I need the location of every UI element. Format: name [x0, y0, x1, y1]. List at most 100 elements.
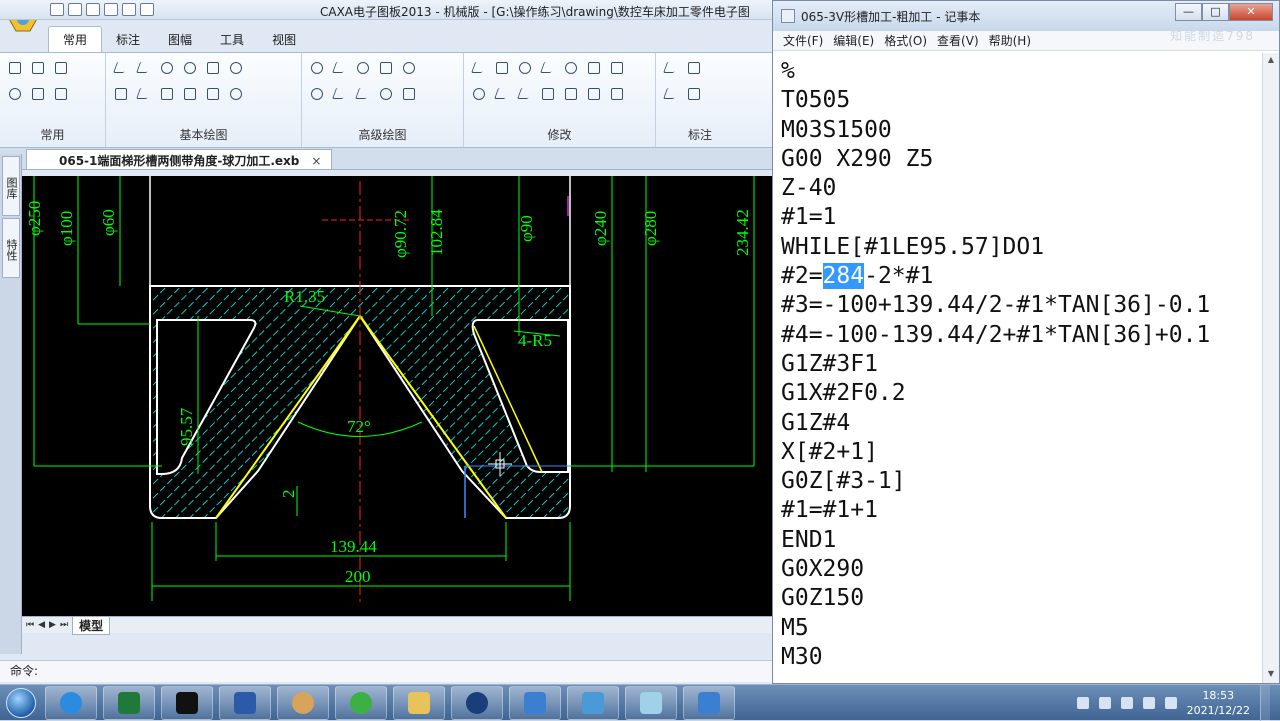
hatch-icon[interactable]: [204, 85, 222, 103]
rotate-icon[interactable]: [562, 59, 580, 77]
pan-icon[interactable]: [29, 85, 47, 103]
block-icon[interactable]: [158, 85, 176, 103]
taskbar-browser[interactable]: [335, 685, 387, 720]
tolerance-icon[interactable]: [685, 59, 703, 77]
line-icon[interactable]: [112, 59, 130, 77]
ellipse-icon[interactable]: [354, 59, 372, 77]
offset-icon[interactable]: [608, 85, 626, 103]
extend-icon[interactable]: [516, 85, 534, 103]
rectangle-icon[interactable]: [204, 59, 222, 77]
command-line[interactable]: 命令:: [0, 660, 775, 682]
stretch-icon[interactable]: [585, 85, 603, 103]
nav-last-button[interactable]: ⏭: [60, 620, 68, 630]
menu-file[interactable]: 文件(F): [779, 32, 827, 49]
vertical-scrollbar[interactable]: ▲ ▼: [1262, 53, 1279, 683]
tab-dimension[interactable]: 标注: [102, 27, 154, 52]
arc-icon[interactable]: [181, 59, 199, 77]
taskbar-word[interactable]: [219, 685, 271, 720]
arrow-icon[interactable]: [354, 85, 372, 103]
dimension-icon[interactable]: [662, 59, 680, 77]
document-tab[interactable]: 065-1端面梯形槽两侧带角度-球刀加工.exb ×: [26, 149, 333, 169]
side-tab-library[interactable]: 图库: [2, 156, 20, 216]
nav-prev-button[interactable]: ◀: [38, 620, 45, 630]
nav-next-button[interactable]: ▶: [49, 620, 56, 630]
shield-icon[interactable]: [1120, 697, 1133, 709]
leader-icon[interactable]: [662, 85, 680, 103]
selected-text[interactable]: 284: [822, 263, 865, 290]
network-icon[interactable]: [1142, 697, 1155, 709]
clock[interactable]: 18:53 2021/12/22: [1187, 688, 1250, 718]
side-tab-properties[interactable]: 特性: [2, 218, 20, 278]
roughness-icon[interactable]: [685, 85, 703, 103]
tab-common[interactable]: 常用: [48, 26, 103, 52]
refresh-icon[interactable]: [52, 59, 70, 77]
scroll-up-icon[interactable]: ▲: [1265, 55, 1277, 67]
taskbar-excel[interactable]: [103, 685, 155, 720]
copy-icon[interactable]: [6, 59, 24, 77]
new-icon[interactable]: [50, 3, 64, 16]
show-desktop-button[interactable]: [1260, 685, 1270, 721]
parallel-icon[interactable]: [135, 59, 153, 77]
menu-edit[interactable]: 编辑(E): [829, 32, 878, 49]
taskbar-capcut[interactable]: [161, 685, 213, 720]
taskbar-paint[interactable]: [277, 685, 329, 720]
keyboard-icon[interactable]: [1076, 697, 1089, 709]
explode-icon[interactable]: [562, 85, 580, 103]
start-button[interactable]: [0, 685, 42, 721]
fillet-icon[interactable]: [470, 85, 488, 103]
menu-format[interactable]: 格式(O): [880, 32, 931, 49]
copy-move-icon[interactable]: [516, 59, 534, 77]
polyline-icon[interactable]: [308, 59, 326, 77]
taskbar-ie[interactable]: [45, 685, 97, 720]
table-icon[interactable]: [400, 85, 418, 103]
mirror-icon[interactable]: [539, 59, 557, 77]
taskbar-tool[interactable]: [567, 685, 619, 720]
tab-view[interactable]: 视图: [258, 27, 310, 52]
drawing-svg[interactable]: φ250 φ100 φ60 φ90.72 102.84 φ90 φ240 φ28…: [22, 176, 772, 616]
tab-model[interactable]: 模型: [72, 615, 111, 635]
minimize-button[interactable]: —: [1175, 3, 1202, 21]
point-icon[interactable]: [400, 59, 418, 77]
text-icon[interactable]: [112, 85, 130, 103]
taskbar-record[interactable]: [451, 685, 503, 720]
taskbar-notepad[interactable]: [625, 685, 677, 720]
notepad-text-area[interactable]: % T0505 M03S1500 G00 X290 Z5 Z-40 #1=1 WHILE[#…: [773, 51, 1279, 678]
move-icon[interactable]: [493, 59, 511, 77]
cloud-icon[interactable]: [227, 85, 245, 103]
redo-icon[interactable]: [140, 3, 154, 16]
undo-icon[interactable]: [122, 3, 136, 16]
volume-icon[interactable]: [1164, 697, 1177, 709]
array-icon[interactable]: [585, 59, 603, 77]
curve-icon[interactable]: [331, 85, 349, 103]
print-icon[interactable]: [104, 3, 118, 16]
trim-icon[interactable]: [493, 85, 511, 103]
save-icon[interactable]: [86, 3, 100, 16]
close-tab-icon[interactable]: ×: [311, 154, 321, 168]
properties-icon[interactable]: [52, 85, 70, 103]
tab-sheet[interactable]: 图幅: [154, 27, 206, 52]
wave-icon[interactable]: [308, 85, 326, 103]
nav-first-button[interactable]: ⏮: [26, 620, 34, 630]
zoom-icon[interactable]: [6, 85, 24, 103]
polygon-icon[interactable]: [377, 59, 395, 77]
angle-icon[interactable]: [331, 59, 349, 77]
scroll-down-icon[interactable]: ▼: [1265, 669, 1277, 681]
taskbar-caxa2[interactable]: [683, 685, 735, 720]
layer-icon[interactable]: [29, 59, 47, 77]
break-icon[interactable]: [539, 85, 557, 103]
centerline-icon[interactable]: [135, 85, 153, 103]
circle-icon[interactable]: [158, 59, 176, 77]
menu-view[interactable]: 查看(V): [933, 32, 983, 49]
menu-help[interactable]: 帮助(H): [985, 32, 1035, 49]
insert-icon[interactable]: [181, 85, 199, 103]
tab-tools[interactable]: 工具: [206, 27, 258, 52]
close-button[interactable]: ✕: [1229, 3, 1273, 21]
maximize-button[interactable]: □: [1202, 3, 1229, 21]
erase-icon[interactable]: [470, 59, 488, 77]
taskbar-folder[interactable]: [393, 685, 445, 720]
spline-icon[interactable]: [227, 59, 245, 77]
open-icon[interactable]: [68, 3, 82, 16]
drawing-canvas[interactable]: φ250 φ100 φ60 φ90.72 102.84 φ90 φ240 φ28…: [22, 176, 772, 616]
scale-icon[interactable]: [608, 59, 626, 77]
taskbar-caxa[interactable]: [509, 685, 561, 720]
